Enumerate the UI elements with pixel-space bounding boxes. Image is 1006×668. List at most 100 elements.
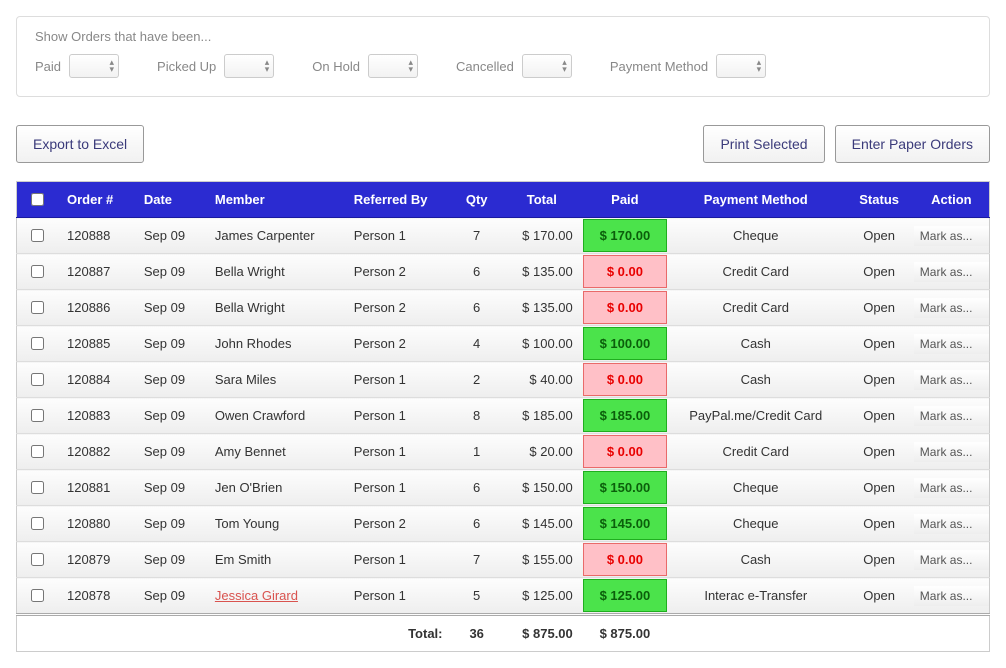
mark-as-button[interactable]: Mark as...: [914, 370, 989, 390]
header-paid[interactable]: Paid: [583, 182, 667, 218]
cell-order: 120879: [57, 542, 134, 578]
filter-pickedup-select[interactable]: ▴▾: [224, 54, 274, 78]
row-checkbox[interactable]: [31, 301, 44, 314]
cell-qty: 6: [453, 470, 501, 506]
table-row: 120886Sep 09Bella WrightPerson 26$ 135.0…: [17, 290, 990, 326]
filter-paid: Paid ▴▾: [35, 54, 119, 78]
header-total[interactable]: Total: [501, 182, 583, 218]
cell-payment_method: Cash: [667, 362, 844, 398]
cell-paid: $ 150.00: [583, 471, 667, 504]
cell-payment_method: Credit Card: [667, 434, 844, 470]
mark-as-button[interactable]: Mark as...: [914, 442, 989, 462]
row-checkbox[interactable]: [31, 517, 44, 530]
table-row: 120884Sep 09Sara MilesPerson 12$ 40.00$ …: [17, 362, 990, 398]
cell-paid-wrap: $ 0.00: [583, 254, 667, 290]
mark-as-button[interactable]: Mark as...: [914, 514, 989, 534]
cell-status: Open: [844, 362, 913, 398]
row-checkbox[interactable]: [31, 373, 44, 386]
cell-total: $ 150.00: [501, 470, 583, 506]
row-checkbox[interactable]: [31, 553, 44, 566]
cell-qty: 8: [453, 398, 501, 434]
row-checkbox-cell: [17, 470, 58, 506]
table-row: 120888Sep 09James CarpenterPerson 17$ 17…: [17, 218, 990, 254]
totals-label: Total:: [17, 615, 453, 652]
mark-as-button[interactable]: Mark as...: [914, 262, 989, 282]
cell-status: Open: [844, 326, 913, 362]
totals-qty: 36: [453, 615, 501, 652]
filter-row: Paid ▴▾ Picked Up ▴▾ On Hold ▴▾ Cancelle…: [35, 54, 971, 78]
header-action[interactable]: Action: [914, 182, 990, 218]
mark-as-button[interactable]: Mark as...: [914, 478, 989, 498]
row-checkbox[interactable]: [31, 265, 44, 278]
row-checkbox[interactable]: [31, 337, 44, 350]
cell-referred_by: Person 2: [344, 254, 453, 290]
cell-member: Jen O'Brien: [205, 470, 344, 506]
mark-as-button[interactable]: Mark as...: [914, 226, 989, 246]
mark-as-button[interactable]: Mark as...: [914, 550, 989, 570]
header-qty[interactable]: Qty: [453, 182, 501, 218]
row-checkbox-cell: [17, 542, 58, 578]
totals-paid: $ 875.00: [583, 615, 667, 652]
cell-order: 120886: [57, 290, 134, 326]
cell-total: $ 135.00: [501, 254, 583, 290]
header-payment-method[interactable]: Payment Method: [667, 182, 844, 218]
header-checkbox-cell: [17, 182, 58, 218]
mark-as-button[interactable]: Mark as...: [914, 298, 989, 318]
header-status[interactable]: Status: [844, 182, 913, 218]
member-link[interactable]: Jessica Girard: [215, 588, 298, 603]
filter-onhold-select[interactable]: ▴▾: [368, 54, 418, 78]
filter-paid-select[interactable]: ▴▾: [69, 54, 119, 78]
header-member[interactable]: Member: [205, 182, 344, 218]
cell-status: Open: [844, 434, 913, 470]
cell-status: Open: [844, 290, 913, 326]
row-checkbox-cell: [17, 398, 58, 434]
filter-cancelled-label: Cancelled: [456, 59, 514, 74]
enter-paper-orders-button[interactable]: Enter Paper Orders: [835, 125, 990, 163]
cell-status: Open: [844, 218, 913, 254]
filter-onhold-label: On Hold: [312, 59, 360, 74]
row-checkbox-cell: [17, 362, 58, 398]
cell-date: Sep 09: [134, 398, 205, 434]
print-selected-button[interactable]: Print Selected: [703, 125, 824, 163]
totals-total: $ 875.00: [501, 615, 583, 652]
mark-as-button[interactable]: Mark as...: [914, 586, 989, 606]
cell-referred_by: Person 2: [344, 326, 453, 362]
action-bar: Export to Excel Print Selected Enter Pap…: [16, 125, 990, 163]
cell-total: $ 155.00: [501, 542, 583, 578]
cell-date: Sep 09: [134, 326, 205, 362]
cell-member: Bella Wright: [205, 254, 344, 290]
cell-paid-wrap: $ 145.00: [583, 506, 667, 542]
filter-payment-method-select[interactable]: ▴▾: [716, 54, 766, 78]
cell-paid: $ 145.00: [583, 507, 667, 540]
row-checkbox[interactable]: [31, 409, 44, 422]
cell-payment_method: Interac e-Transfer: [667, 578, 844, 615]
header-date[interactable]: Date: [134, 182, 205, 218]
cell-order: 120885: [57, 326, 134, 362]
cell-payment_method: Cheque: [667, 506, 844, 542]
select-all-checkbox[interactable]: [31, 193, 44, 206]
table-row: 120887Sep 09Bella WrightPerson 26$ 135.0…: [17, 254, 990, 290]
row-checkbox[interactable]: [31, 229, 44, 242]
cell-status: Open: [844, 254, 913, 290]
cell-action: Mark as...: [914, 362, 990, 398]
cell-order: 120880: [57, 506, 134, 542]
filter-pickedup-label: Picked Up: [157, 59, 216, 74]
header-referred-by[interactable]: Referred By: [344, 182, 453, 218]
row-checkbox[interactable]: [31, 481, 44, 494]
cell-member: Amy Bennet: [205, 434, 344, 470]
mark-as-button[interactable]: Mark as...: [914, 334, 989, 354]
filter-cancelled-select[interactable]: ▴▾: [522, 54, 572, 78]
row-checkbox[interactable]: [31, 445, 44, 458]
cell-date: Sep 09: [134, 470, 205, 506]
orders-header-row: Order # Date Member Referred By Qty Tota…: [17, 182, 990, 218]
cell-date: Sep 09: [134, 434, 205, 470]
row-checkbox[interactable]: [31, 589, 44, 602]
cell-member: James Carpenter: [205, 218, 344, 254]
export-to-excel-button[interactable]: Export to Excel: [16, 125, 144, 163]
cell-paid: $ 185.00: [583, 399, 667, 432]
mark-as-button[interactable]: Mark as...: [914, 406, 989, 426]
cell-referred_by: Person 1: [344, 398, 453, 434]
cell-date: Sep 09: [134, 254, 205, 290]
header-order[interactable]: Order #: [57, 182, 134, 218]
cell-total: $ 40.00: [501, 362, 583, 398]
